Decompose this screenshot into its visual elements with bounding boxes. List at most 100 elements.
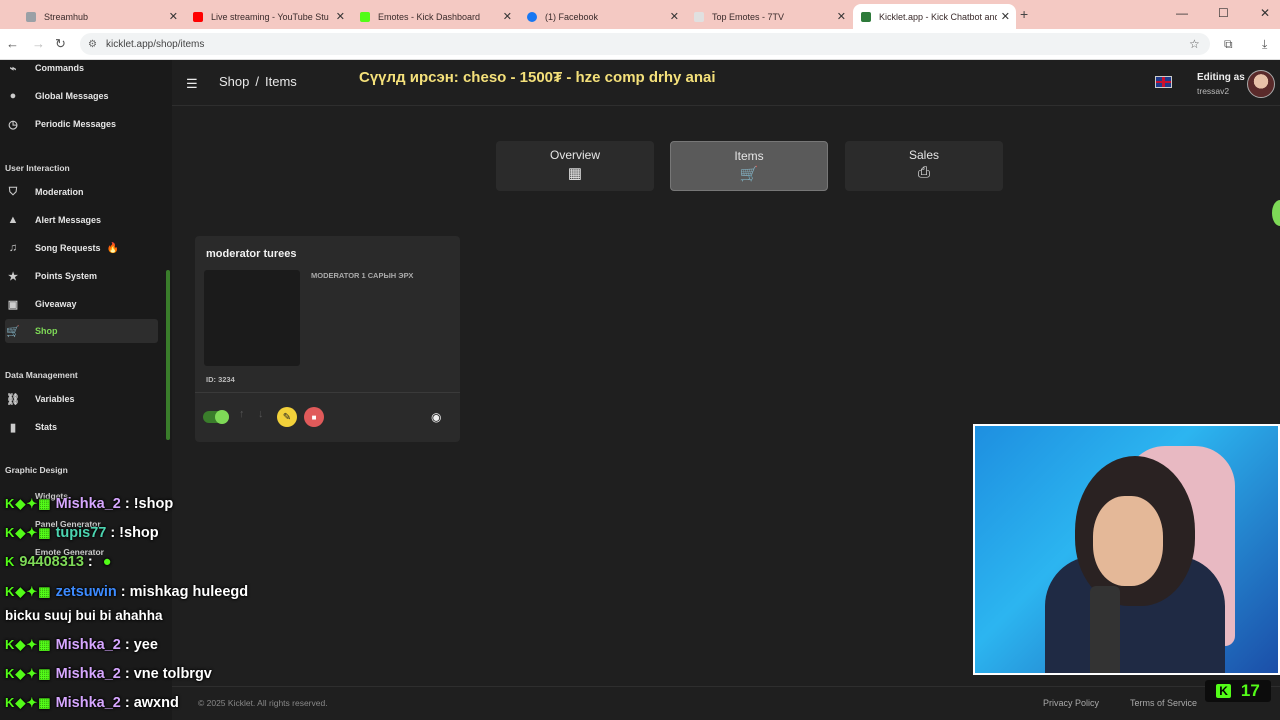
webcam-person-face <box>1093 496 1163 586</box>
chat-message: K◆✦▦ Mishka_2: yee <box>5 637 158 653</box>
browser-tab[interactable]: Top Emotes - 7TV ✕ <box>686 4 852 29</box>
chat-bubble-icon: ● <box>9 90 17 102</box>
browser-tab[interactable]: (1) Facebook ✕ <box>519 4 685 29</box>
window-close-icon[interactable]: ✕ <box>1260 6 1270 20</box>
facebook-icon <box>527 11 537 22</box>
divider <box>195 392 460 393</box>
editing-as-label: Editing as tressav2 <box>1197 72 1245 96</box>
sidebar-section-user-interaction: User Interaction <box>5 163 70 173</box>
chat-badges-icon: K◆✦▦ <box>5 666 52 681</box>
clock-icon: ◷ <box>8 118 18 131</box>
chat-message: K◆✦▦ zetsuwin: mishkag huleegd <box>5 584 249 600</box>
chat-message: K◆✦▦ Mishka_2: !shop <box>5 496 174 512</box>
tab-close-icon[interactable]: ✕ <box>670 10 679 23</box>
breadcrumb-shop[interactable]: Shop <box>219 74 249 89</box>
sidebar-item-song-requests[interactable]: ♫ Song Requests 🔥 <box>5 236 158 260</box>
chat-badges-icon: K◆✦▦ <box>5 637 52 652</box>
privacy-policy-link[interactable]: Privacy Policy <box>1043 698 1099 708</box>
viewer-count: 17 <box>1240 681 1260 700</box>
item-id: ID: 3234 <box>206 375 235 384</box>
tab-close-icon[interactable]: ✕ <box>169 10 178 23</box>
sidebar-item-periodic-messages[interactable]: ◷ Periodic Messages <box>5 112 158 136</box>
webcam-overlay <box>973 424 1280 675</box>
avatar[interactable] <box>1247 70 1275 98</box>
tab-close-icon[interactable]: ✕ <box>503 10 512 23</box>
url-field[interactable]: ⚙ kicklet.app/shop/items <box>80 33 1210 55</box>
kicklet-icon <box>861 11 871 22</box>
item-enabled-toggle[interactable] <box>203 410 229 424</box>
pencil-icon: ✎ <box>282 411 292 423</box>
trash-icon: ■ <box>311 412 317 422</box>
reload-icon[interactable]: ↻ <box>55 36 66 52</box>
gift-icon: ▣ <box>7 298 19 311</box>
chat-badges-icon: K◆✦▦ <box>5 496 52 511</box>
kick-logo-icon: K <box>1216 684 1231 698</box>
sidebar-item-shop[interactable]: 🛒 Shop <box>5 319 158 343</box>
sidebar-item-alert-messages[interactable]: ▲ Alert Messages <box>5 208 158 232</box>
visibility-eye-icon[interactable]: ◉ <box>431 410 441 424</box>
new-tab-icon[interactable]: + <box>1020 6 1028 22</box>
move-down-icon[interactable]: ↓ <box>258 408 264 420</box>
sidebar-item-global-messages[interactable]: ● Global Messages <box>5 84 158 108</box>
browser-tab-strip: Streamhub ✕ Live streaming - YouTube Stu… <box>0 0 1280 29</box>
tab-close-icon[interactable]: ✕ <box>837 10 846 23</box>
kick-icon <box>360 11 370 22</box>
7tv-icon <box>694 11 704 22</box>
browser-tab-active[interactable]: Kicklet.app - Kick Chatbot and Overlays … <box>853 4 1016 29</box>
menu-toggle-icon[interactable]: ☰ <box>186 76 198 92</box>
sidebar-item-giveaway[interactable]: ▣ Giveaway <box>5 292 158 316</box>
slash-icon: ⌁ <box>9 62 17 75</box>
help-bubble[interactable] <box>1272 200 1280 226</box>
extensions-icon[interactable]: ⧉ <box>1224 37 1233 52</box>
item-title: moderator turees <box>206 248 297 260</box>
sidebar-item-commands[interactable]: ⌁ Commands <box>5 56 158 80</box>
bookmark-star-icon[interactable]: ☆ <box>1189 37 1200 51</box>
chat-badges-icon: K◆✦▦ <box>5 695 52 710</box>
music-note-icon: ♫ <box>8 242 18 254</box>
delete-item-button[interactable]: ■ <box>304 407 324 427</box>
forward-icon[interactable]: → <box>32 36 45 51</box>
tab-sales[interactable]: Sales ⎙ <box>845 141 1003 191</box>
sidebar-scrollbar[interactable] <box>166 270 170 440</box>
sidebar-item-moderation[interactable]: ⛉ Moderation <box>5 180 158 204</box>
chat-message: K 94408313: ● <box>5 554 112 570</box>
top-bar: ☰ Shop / Items Сүүлд ирсэн: cheso - 1500₮ … <box>172 60 1280 106</box>
tab-overview[interactable]: Overview ▦ <box>496 141 654 191</box>
maximize-icon[interactable]: ☐ <box>1218 6 1229 20</box>
viewer-count-badge: K 17 <box>1205 680 1271 702</box>
chat-badges-icon: K◆✦▦ <box>5 584 52 599</box>
stream-chat-overlay: K◆✦▦ Mishka_2: !shop K◆✦▦ tupis77: !shop K… <box>0 488 340 720</box>
youtube-icon <box>193 11 203 22</box>
shield-icon: ⛉ <box>8 185 18 198</box>
grid-icon: ▦ <box>567 165 583 182</box>
fire-icon: 🔥 <box>106 242 119 254</box>
tab-items[interactable]: Items 🛒 <box>670 141 828 191</box>
sidebar-item-points-system[interactable]: ★ Points System <box>5 264 158 288</box>
download-icon[interactable]: ⤓ <box>1262 37 1267 52</box>
tab-close-icon[interactable]: ✕ <box>1001 10 1010 23</box>
minimize-icon[interactable]: — <box>1176 6 1188 20</box>
chat-message: K◆✦▦ Mishka_2: awxnd <box>5 695 179 711</box>
tab-close-icon[interactable]: ✕ <box>336 10 345 23</box>
edit-item-button[interactable]: ✎ <box>277 407 297 427</box>
site-info-icon[interactable]: ⚙ <box>88 39 98 50</box>
chat-badges-icon: K◆✦▦ <box>5 525 52 540</box>
sidebar-item-variables[interactable]: ⛓ Variables <box>5 387 158 411</box>
sidebar-item-stats[interactable]: ▮ Stats <box>5 415 158 439</box>
move-up-icon[interactable]: ↑ <box>239 408 245 420</box>
language-flag-icon[interactable] <box>1155 76 1172 88</box>
address-bar: ← → ↻ ⚙ kicklet.app/shop/items ☆ ⧉ ⤓ <box>0 29 1280 60</box>
warning-icon: ▲ <box>7 214 19 226</box>
back-icon[interactable]: ← <box>6 36 19 51</box>
browser-tab[interactable]: Live streaming - YouTube Studio ✕ <box>185 4 351 29</box>
item-description: MODERATOR 1 САРЫН ЭРХ <box>311 271 414 280</box>
chat-badges-icon: K <box>5 554 16 569</box>
browser-tab[interactable]: Emotes - Kick Dashboard ✕ <box>352 4 518 29</box>
sidebar-section-data-management: Data Management <box>5 370 78 380</box>
bar-chart-icon: ▮ <box>9 421 17 434</box>
star-icon: ★ <box>8 270 18 283</box>
browser-tab[interactable]: Streamhub ✕ <box>18 4 184 29</box>
terms-of-service-link[interactable]: Terms of Service <box>1130 698 1197 708</box>
emote-icon: ● <box>102 554 112 570</box>
donation-ticker: Сүүлд ирсэн: cheso - 1500₮ - hze comp dr… <box>359 69 716 86</box>
